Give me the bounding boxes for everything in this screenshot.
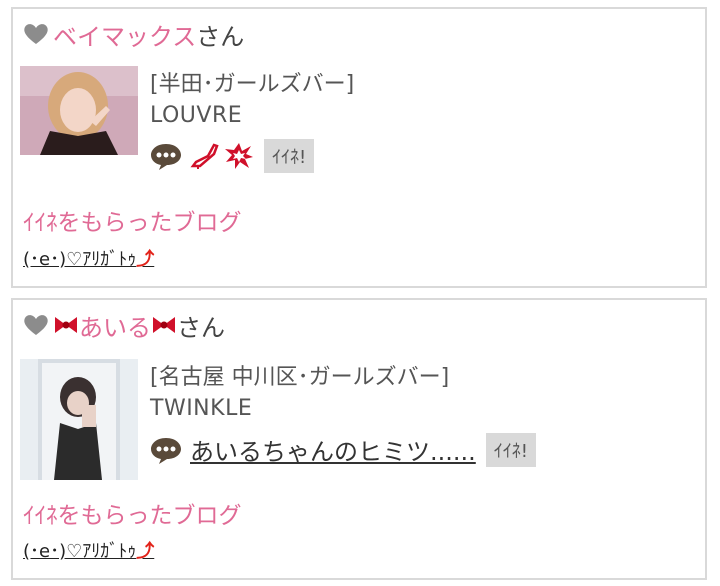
heart-icon <box>24 315 48 335</box>
ribbon-icon <box>55 317 77 333</box>
profile-photo[interactable] <box>20 66 138 155</box>
thanks-text: (･e･)♡ｱﾘｶﾞﾄｩ <box>23 249 137 270</box>
like-button[interactable]: ｲｲﾈ! <box>264 139 315 173</box>
user-info: [名古屋 中川区･ガールズバー] TWINKLE あいるちゃんのヒミツ.....… <box>150 362 536 467</box>
blog-title-link[interactable]: あいるちゃんのヒミツ...... <box>190 432 476 467</box>
explosion-icon <box>225 143 253 169</box>
area-label: [半田･ガールズバー] <box>150 72 355 97</box>
heart-icon <box>24 24 48 44</box>
like-button[interactable]: ｲｲﾈ! <box>485 432 536 467</box>
like-card: あいる さん [名古屋 中川区･ガールズバー] TWINKLE あいるちゃんのヒ… <box>11 298 707 580</box>
arrow-up-icon: ⤴ <box>136 541 155 562</box>
ribbon-icon <box>153 317 175 333</box>
thanks-text: (･e･)♡ｱﾘｶﾞﾄｩ <box>23 541 137 562</box>
user-name-row: ベイマックス さん <box>23 17 244 51</box>
high-heel-icon <box>190 143 219 169</box>
arrow-up-icon: ⤴ <box>136 249 155 270</box>
blog-row: ｲｲﾈ! <box>150 139 354 173</box>
received-likes-blog-link[interactable]: ｲｲﾈをもらったブログ <box>23 496 242 530</box>
user-name-link[interactable]: あいる <box>79 308 151 343</box>
shop-name-link[interactable]: LOUVRE <box>150 101 354 131</box>
speech-bubble-icon <box>151 144 181 170</box>
thanks-message[interactable]: (･e･)♡ｱﾘｶﾞﾄｩ⤴ <box>23 537 154 563</box>
area-label: [名古屋 中川区･ガールズバー] <box>150 365 450 390</box>
shop-name-link[interactable]: TWINKLE <box>150 394 536 424</box>
honorific: さん <box>177 313 225 342</box>
blog-row: あいるちゃんのヒミツ...... ｲｲﾈ! <box>150 432 536 467</box>
honorific: さん <box>196 22 245 51</box>
blog-title-link[interactable] <box>190 142 254 170</box>
user-name-row: あいる さん <box>23 308 225 342</box>
speech-bubble-icon <box>151 437 181 464</box>
received-likes-blog-link[interactable]: ｲｲﾈをもらったブログ <box>23 203 242 237</box>
thanks-message[interactable]: (･e･)♡ｱﾘｶﾞﾄｩ⤴ <box>23 245 154 271</box>
profile-photo[interactable] <box>20 359 138 480</box>
like-card: ベイマックス さん [半田･ガールズバー] LOUVRE ｲｲﾈ! ｲｲﾈをもら… <box>11 7 707 288</box>
user-name-link[interactable]: ベイマックス <box>53 17 196 52</box>
user-info: [半田･ガールズバー] LOUVRE ｲｲﾈ! <box>150 69 354 173</box>
